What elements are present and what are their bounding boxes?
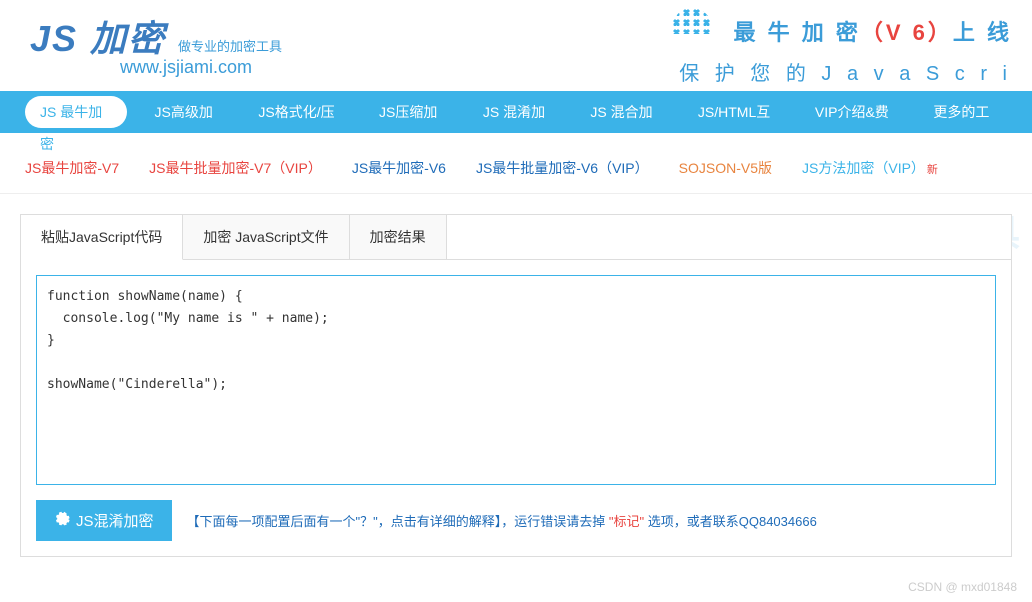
nav-item-1[interactable]: JS高级加密 bbox=[137, 91, 241, 133]
obfuscate-button-label: JS混淆加密 bbox=[76, 510, 154, 531]
footer-hint-d: 选项，或者联系QQ84034666 bbox=[648, 514, 817, 529]
tabs: 粘贴JavaScript代码加密 JavaScript文件加密结果 bbox=[21, 215, 1011, 260]
footer-hint-a: 【下面每一项配置后面有一个"？"，点击有详细的解释】， bbox=[187, 514, 515, 529]
tab-2[interactable]: 加密结果 bbox=[350, 215, 447, 259]
content: 免费工具 粘贴JavaScript代码加密 JavaScript文件加密结果 f… bbox=[0, 214, 1032, 557]
code-textarea[interactable]: function showName(name) { console.log("M… bbox=[36, 275, 996, 485]
main-nav: JS 最牛加密 JS高级加密JS格式化/压缩JS压缩加密JS 混淆加密JS 混合加… bbox=[0, 91, 1032, 133]
subnav-item-3[interactable]: JS最牛批量加密-V6（VIP） bbox=[476, 158, 649, 178]
logo-text: JS 加密 bbox=[30, 10, 166, 62]
nav-item-7[interactable]: VIP介绍&费用 bbox=[797, 91, 915, 133]
header: JS 加密 做专业的加密工具 www.jsjiami.com 最 牛 加 密（V… bbox=[0, 0, 1032, 91]
tab-0[interactable]: 粘贴JavaScript代码 bbox=[21, 215, 183, 260]
promo-text-b: （V 6） bbox=[861, 20, 953, 45]
gear-icon bbox=[54, 511, 70, 531]
subnav-item-0[interactable]: JS最牛加密-V7 bbox=[25, 158, 119, 178]
nav-item-4[interactable]: JS 混淆加密 bbox=[465, 91, 573, 133]
footer-hint: 【下面每一项配置后面有一个"？"，点击有详细的解释】，运行错误请去掉 "标记" … bbox=[187, 511, 817, 530]
nav-item-6[interactable]: JS/HTML互转 bbox=[680, 91, 797, 133]
subnav-item-2[interactable]: JS最牛加密-V6 bbox=[352, 158, 446, 178]
nav-item-8[interactable]: 更多的工具 bbox=[915, 91, 1017, 133]
footer-hint-c: "标记" bbox=[609, 514, 644, 529]
logo-block: JS 加密 做专业的加密工具 www.jsjiami.com bbox=[30, 10, 282, 78]
obfuscate-button[interactable]: JS混淆加密 bbox=[36, 500, 172, 541]
promo-text-a: 最 牛 加 密 bbox=[734, 20, 861, 45]
logo-tagline: 做专业的加密工具 bbox=[178, 39, 282, 54]
promo-line2: 保 护 您 的 J a v a S c r i bbox=[679, 57, 1012, 86]
promo-text-c: 上 线 bbox=[953, 20, 1012, 45]
new-badge: 新 bbox=[927, 164, 938, 176]
nav-item-5[interactable]: JS 混合加密 bbox=[572, 91, 680, 133]
header-promo: 最 牛 加 密（V 6）上 线 保 护 您 的 J a v a S c r i bbox=[679, 10, 1012, 86]
panel: 粘贴JavaScript代码加密 JavaScript文件加密结果 functi… bbox=[20, 214, 1012, 557]
nav-item-0[interactable]: JS 最牛加密 bbox=[25, 96, 127, 128]
nav-item-3[interactable]: JS压缩加密 bbox=[361, 91, 465, 133]
subnav-item-1[interactable]: JS最牛批量加密-V7（VIP） bbox=[149, 158, 322, 178]
subnav-item-4[interactable]: SOJSON-V5版 bbox=[679, 158, 772, 178]
footer-row: JS混淆加密 【下面每一项配置后面有一个"？"，点击有详细的解释】，运行错误请去… bbox=[36, 500, 996, 541]
footer-hint-b: 运行错误请去掉 bbox=[514, 514, 605, 529]
subnav-item-5[interactable]: JS方法加密（VIP）新 bbox=[802, 158, 938, 178]
nav-item-2[interactable]: JS格式化/压缩 bbox=[240, 91, 361, 133]
page-watermark: CSDN @ mxd01848 bbox=[908, 580, 1017, 594]
tab-1[interactable]: 加密 JavaScript文件 bbox=[183, 215, 349, 259]
